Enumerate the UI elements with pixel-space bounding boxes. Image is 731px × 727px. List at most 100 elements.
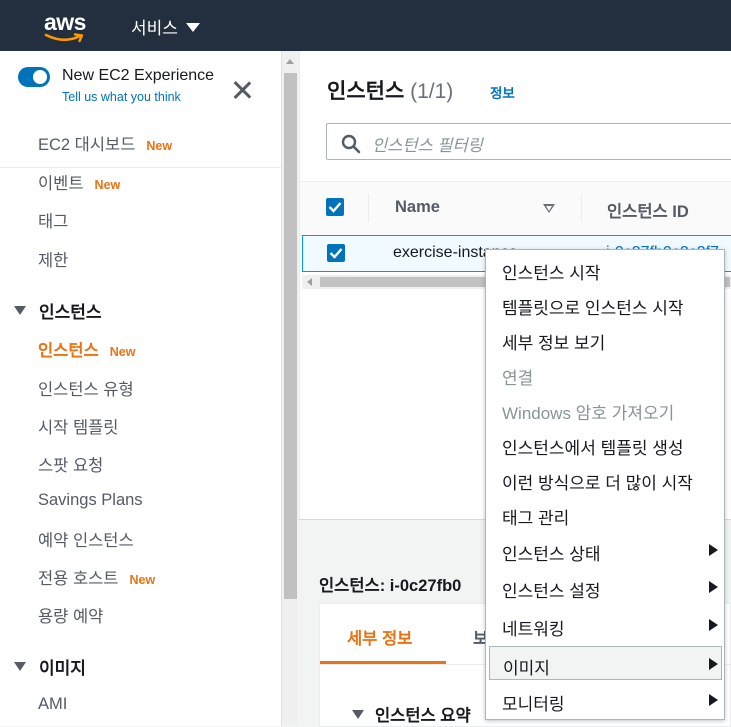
sidebar: New EC2 Experience Tell us what you thin… bbox=[0, 51, 281, 726]
caret-down-icon bbox=[14, 306, 26, 315]
menu-item-label: 인스턴스 시작 bbox=[502, 264, 601, 283]
sidebar-scrollbar[interactable] bbox=[281, 51, 298, 726]
submenu-arrow-icon bbox=[709, 658, 718, 670]
toggle-switch[interactable] bbox=[18, 67, 50, 87]
new-experience-title: New EC2 Experience bbox=[62, 67, 215, 84]
check-icon bbox=[328, 202, 342, 213]
scroll-up-icon[interactable] bbox=[286, 59, 294, 64]
scroll-left-icon[interactable] bbox=[307, 278, 312, 286]
tab-label: 세부 정보 bbox=[347, 630, 413, 648]
menu-item-image[interactable]: 이미지 bbox=[489, 646, 722, 680]
menu-item-networking[interactable]: 네트워킹 bbox=[486, 608, 724, 642]
menu-item-connect: 연결 bbox=[486, 357, 724, 391]
menu-item-view-details[interactable]: 세부 정보 보기 bbox=[486, 322, 724, 356]
caret-down-icon bbox=[352, 709, 364, 719]
context-menu: 인스턴스 시작 템플릿으로 인스턴스 시작 세부 정보 보기 연결 Window… bbox=[485, 249, 725, 720]
menu-item-label: 연결 bbox=[502, 369, 534, 388]
caret-down-icon bbox=[14, 662, 26, 671]
sidebar-item-instances[interactable]: 인스턴스 New bbox=[38, 337, 135, 361]
close-icon[interactable] bbox=[231, 79, 253, 101]
instance-count: (1/1) bbox=[410, 80, 454, 103]
aws-logo[interactable]: aws bbox=[44, 9, 90, 43]
toggle-knob bbox=[33, 70, 47, 84]
menu-item-label: 인스턴스 설정 bbox=[502, 582, 601, 601]
menu-item-manage-tags[interactable]: 태그 관리 bbox=[486, 497, 724, 531]
tab-details[interactable]: 세부 정보 bbox=[320, 604, 446, 664]
sidebar-item-label: Savings Plans bbox=[38, 491, 143, 509]
sidebar-item-label: 이벤트 bbox=[38, 175, 84, 193]
menu-item-instance-settings[interactable]: 인스턴스 설정 bbox=[486, 570, 724, 604]
sidebar-item-label: 태그 bbox=[38, 213, 69, 231]
menu-item-label: 템플릿으로 인스턴스 시작 bbox=[502, 299, 684, 318]
menu-item-monitoring[interactable]: 모니터링 bbox=[486, 683, 724, 717]
row-checkbox[interactable] bbox=[327, 244, 345, 262]
sidebar-item-tags[interactable]: 태그 bbox=[38, 208, 68, 232]
submenu-arrow-icon bbox=[709, 694, 718, 706]
aws-smile-icon bbox=[44, 33, 84, 43]
instance-summary-section[interactable]: 인스턴스 요약 bbox=[352, 702, 471, 726]
feedback-link[interactable]: Tell us what you think bbox=[62, 90, 181, 104]
sidebar-item-dedicated-hosts[interactable]: 전용 호스트 New bbox=[38, 565, 155, 589]
column-divider bbox=[581, 194, 582, 222]
column-header-instance-id[interactable]: 인스턴스 ID bbox=[607, 198, 689, 222]
menu-item-label: 인스턴스에서 템플릿 생성 bbox=[502, 439, 684, 458]
page-title: 인스턴스 (1/1) bbox=[327, 75, 453, 105]
aws-logo-text: aws bbox=[44, 9, 86, 35]
scrollbar-thumb[interactable] bbox=[284, 73, 297, 599]
new-experience-toggle[interactable] bbox=[18, 67, 50, 87]
submenu-arrow-icon bbox=[709, 544, 718, 556]
new-badge: New bbox=[94, 178, 121, 192]
sidebar-divider bbox=[0, 167, 281, 168]
new-badge: New bbox=[109, 345, 136, 359]
instance-filter-input[interactable]: 인스턴스 필터링 bbox=[326, 123, 731, 160]
menu-item-label: 태그 관리 bbox=[502, 509, 570, 528]
section-title: 이미지 bbox=[39, 659, 86, 678]
sidebar-item-instance-types[interactable]: 인스턴스 유형 bbox=[38, 376, 134, 400]
column-header-name[interactable]: Name bbox=[395, 198, 440, 217]
info-link[interactable]: 정보 bbox=[490, 82, 515, 102]
sidebar-item-ami[interactable]: AMI bbox=[38, 695, 67, 714]
new-badge: New bbox=[146, 139, 173, 153]
sidebar-item-reserved-instances[interactable]: 예약 인스턴스 bbox=[38, 527, 134, 551]
top-navigation-bar: aws 서비스 bbox=[0, 0, 731, 51]
menu-item-label: 이미지 bbox=[503, 659, 550, 678]
services-menu-button[interactable]: 서비스 bbox=[131, 14, 200, 39]
sidebar-item-events[interactable]: 이벤트 New bbox=[38, 170, 120, 194]
sidebar-item-label: 예약 인스턴스 bbox=[38, 532, 134, 550]
sidebar-item-savings-plans[interactable]: Savings Plans bbox=[38, 491, 143, 510]
sort-icon[interactable] bbox=[543, 204, 555, 213]
sidebar-item-label: 인스턴스 유형 bbox=[38, 381, 134, 399]
menu-item-instance-state[interactable]: 인스턴스 상태 bbox=[486, 533, 724, 567]
menu-item-label: 네트워킹 bbox=[502, 620, 565, 639]
sidebar-item-label: 전용 호스트 bbox=[38, 570, 119, 588]
sidebar-item-limits[interactable]: 제한 bbox=[38, 247, 68, 271]
check-icon bbox=[329, 248, 343, 259]
caret-down-icon bbox=[185, 23, 200, 32]
search-icon bbox=[341, 134, 361, 154]
table-header: Name 인스턴스 ID bbox=[300, 181, 731, 236]
services-label: 서비스 bbox=[131, 19, 178, 38]
menu-item-label: 세부 정보 보기 bbox=[502, 334, 606, 353]
sidebar-item-capacity-reservations[interactable]: 용량 예약 bbox=[38, 603, 103, 627]
menu-item-launch-more-like-this[interactable]: 이런 방식으로 더 많이 시작 bbox=[486, 462, 724, 496]
section-title: 인스턴스 bbox=[39, 303, 102, 322]
sidebar-section-instances[interactable]: 인스턴스 bbox=[14, 298, 102, 323]
submenu-arrow-icon bbox=[709, 619, 718, 631]
sidebar-item-label: 시작 템플릿 bbox=[38, 419, 119, 437]
sidebar-item-launch-templates[interactable]: 시작 템플릿 bbox=[38, 414, 118, 438]
menu-item-label: Windows 암호 가져오기 bbox=[502, 404, 675, 423]
menu-item-label: 인스턴스 상태 bbox=[502, 545, 601, 564]
sidebar-section-images[interactable]: 이미지 bbox=[14, 654, 86, 679]
menu-item-launch-instance[interactable]: 인스턴스 시작 bbox=[486, 252, 724, 286]
sidebar-item-spot-requests[interactable]: 스팟 요청 bbox=[38, 452, 103, 476]
sidebar-item-label: AMI bbox=[38, 695, 68, 713]
page-title-text: 인스턴스 bbox=[327, 80, 405, 103]
menu-item-create-template[interactable]: 인스턴스에서 템플릿 생성 bbox=[486, 427, 724, 461]
menu-item-launch-from-template[interactable]: 템플릿으로 인스턴스 시작 bbox=[486, 287, 724, 321]
sidebar-item-ec2-dashboard[interactable]: EC2 대시보드 New bbox=[38, 131, 172, 155]
search-placeholder: 인스턴스 필터링 bbox=[372, 137, 483, 155]
menu-item-label: 이런 방식으로 더 많이 시작 bbox=[502, 474, 693, 493]
select-all-checkbox[interactable] bbox=[326, 198, 344, 216]
submenu-arrow-icon bbox=[709, 581, 718, 593]
detail-title: 인스턴스: i-0c27fb0 bbox=[319, 577, 462, 595]
